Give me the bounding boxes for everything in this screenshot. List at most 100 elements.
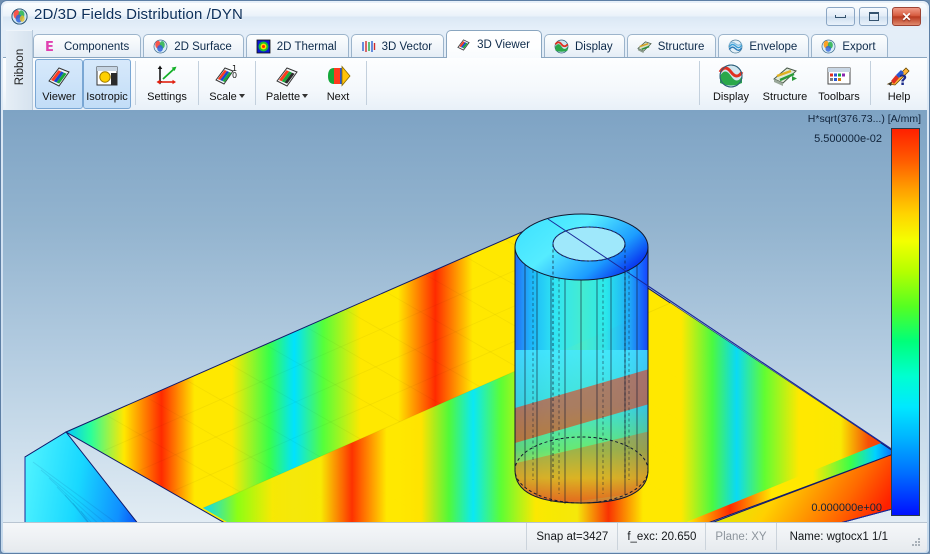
fields-globe-icon — [153, 39, 168, 54]
ribbon-separator — [699, 61, 700, 105]
tab-label: 3D Viewer — [477, 38, 530, 51]
ribbon-group-right: Display Structure Toolbars ? Help — [695, 59, 923, 110]
palette-button[interactable]: Palette — [260, 59, 314, 109]
minimize-icon — [827, 8, 854, 25]
legend-title: H*sqrt(376.73...) [A/mm] — [807, 113, 921, 125]
tab-envelope[interactable]: Envelope — [718, 34, 810, 58]
svg-text:?: ? — [899, 73, 907, 89]
viewer-prism-icon — [46, 63, 72, 89]
tab-label: Display — [574, 40, 613, 53]
tab-3d-vector[interactable]: 3D Vector — [350, 34, 445, 58]
tab-export[interactable]: Export — [811, 34, 888, 58]
ribbon-separator — [198, 61, 199, 105]
structure-button-label: Structure — [762, 91, 808, 103]
3d-scene[interactable]: X Y Z — [3, 110, 927, 522]
resize-grip[interactable] — [909, 535, 923, 549]
maximize-icon — [860, 8, 887, 25]
structure-button[interactable]: Structure — [758, 59, 812, 109]
display-button-label: Display — [712, 91, 750, 103]
structure-slab-icon — [636, 39, 652, 54]
fields-globe-icon — [11, 8, 28, 25]
tab-label: 2D Surface — [174, 40, 232, 53]
ribbon-tab-strip: ✕ E Components — [3, 30, 927, 58]
ribbon-side-label-text: Ribbon — [14, 48, 26, 86]
help-button-label: Help — [887, 91, 911, 103]
ribbon-side-label: Ribbon — [6, 31, 33, 112]
tab-structure[interactable]: Structure — [626, 34, 717, 58]
display-globe-icon — [554, 39, 569, 54]
next-button-label: Next — [326, 91, 350, 103]
tab-display[interactable]: Display — [543, 34, 625, 58]
window-title: 2D/3D Fields Distribution /DYN — [34, 6, 243, 23]
coax-cylinder — [514, 213, 649, 504]
window-controls: ✕ — [826, 7, 921, 27]
scale-button-label: Scale — [209, 91, 245, 103]
help-button[interactable]: ? Help — [875, 59, 923, 109]
close-button[interactable]: ✕ — [892, 7, 921, 26]
status-snap: Snap at=3427 — [526, 523, 617, 550]
next-button[interactable]: Next — [314, 59, 362, 109]
title-bar[interactable]: 2D/3D Fields Distribution /DYN ✕ — [3, 3, 927, 30]
tab-label: 3D Vector — [381, 40, 433, 53]
ribbon-separator — [255, 61, 256, 105]
status-bar: Snap at=3427 f_exc: 20.650 Plane: XY Nam… — [3, 522, 927, 552]
legend-min-value: 0.000000e+00 — [811, 502, 882, 514]
help-pencil-icon: ? — [886, 63, 912, 89]
minimize-button[interactable] — [826, 7, 855, 26]
vector-grid-icon — [361, 39, 376, 54]
palette-prism-icon — [274, 63, 300, 89]
viewer-prism-icon — [456, 37, 471, 52]
tab-2d-thermal[interactable]: 2D Thermal — [245, 34, 349, 58]
status-fexc: f_exc: 20.650 — [617, 523, 705, 550]
chevron-down-icon[interactable] — [238, 94, 245, 98]
ribbon-separator — [135, 61, 136, 105]
toolbars-button[interactable]: Toolbars — [812, 59, 866, 109]
display-button[interactable]: Display — [704, 59, 758, 109]
tab-2d-surface[interactable]: 2D Surface — [143, 34, 244, 58]
application-window: 2D/3D Fields Distribution /DYN ✕ ✕ E — [0, 0, 930, 554]
tab-label: Export — [842, 40, 876, 53]
close-icon: ✕ — [901, 9, 912, 24]
status-name: Name: wgtocx1 1/1 — [775, 523, 901, 550]
display-globe-icon — [718, 63, 744, 89]
tab-label: Envelope — [749, 40, 798, 53]
ribbon-separator — [366, 61, 367, 105]
toolbars-button-label: Toolbars — [818, 91, 860, 103]
ribbon-group-left: Viewer Isotropic Settings 1 0 Scale Pale… — [35, 59, 371, 110]
tab-components[interactable]: E Components — [33, 34, 142, 58]
thermal-square-icon — [256, 39, 271, 54]
isotropic-button-label: Isotropic — [86, 91, 128, 103]
toolbars-window-icon — [826, 63, 852, 89]
svg-text:0: 0 — [232, 71, 237, 80]
isotropic-dot-icon — [94, 63, 120, 89]
tab-label: Components — [64, 40, 130, 53]
tab-label: 2D Thermal — [276, 40, 337, 53]
structure-slab-icon — [772, 63, 798, 89]
legend-max-value: 5.500000e-02 — [814, 133, 882, 145]
isotropic-button[interactable]: Isotropic — [83, 59, 131, 109]
settings-arrows-icon — [154, 63, 180, 89]
chevron-down-icon[interactable] — [302, 94, 309, 98]
tab-label: Structure — [657, 40, 705, 53]
svg-text:E: E — [45, 40, 54, 54]
window-inner: 2D/3D Fields Distribution /DYN ✕ ✕ E — [3, 3, 927, 552]
settings-button[interactable]: Settings — [140, 59, 194, 109]
color-scale-bar[interactable] — [891, 128, 920, 516]
viewer-button-label: Viewer — [42, 91, 76, 103]
export-globe-icon — [821, 39, 836, 54]
envelope-wave-icon — [728, 39, 743, 54]
tab-list: E Components 2D Surface 2D Thermal 3D Ve… — [33, 30, 890, 58]
settings-button-label: Settings — [147, 91, 187, 103]
tab-3d-viewer[interactable]: 3D Viewer — [446, 30, 542, 58]
maximize-button[interactable] — [859, 7, 888, 26]
scale-button[interactable]: 1 0 Scale — [203, 59, 251, 109]
3d-viewport[interactable]: X Y Z H*sqrt(376.73...) [A/mm] 5.500000e… — [3, 110, 927, 522]
scale-10-icon: 1 0 — [214, 63, 240, 89]
viewer-button[interactable]: Viewer — [35, 59, 83, 109]
palette-button-label: Palette — [266, 91, 309, 103]
status-cells: Snap at=3427 f_exc: 20.650 Plane: XY Nam… — [526, 523, 901, 550]
next-arrow-icon — [325, 63, 351, 89]
letter-e-icon: E — [43, 39, 58, 55]
status-plane: Plane: XY — [705, 523, 775, 550]
ribbon-panel: Ribbon Viewer Isotropic Settings 1 0 Sca… — [3, 31, 927, 112]
